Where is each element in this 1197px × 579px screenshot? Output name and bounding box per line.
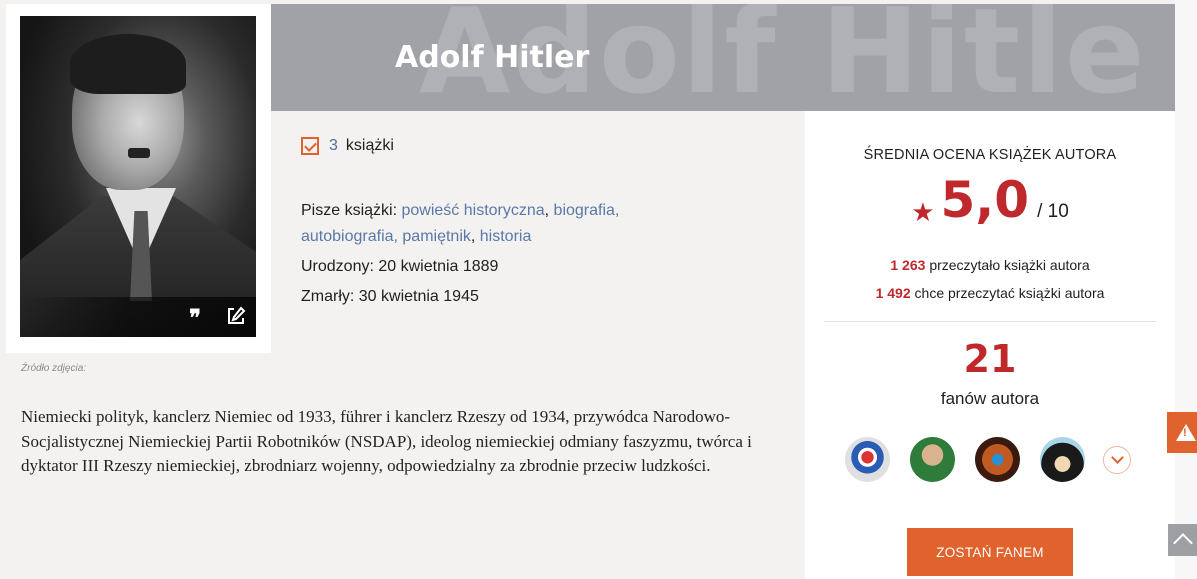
author-name: Adolf Hitler [395,40,590,75]
quote-icon[interactable]: ❞ [182,305,208,331]
check-icon [301,137,319,155]
scroll-to-top-button[interactable] [1168,524,1197,556]
author-photo-card: ❞ [6,4,271,353]
chevron-up-icon [1172,533,1193,553]
want-label: chce przeczytać książki autora [914,285,1105,301]
read-label: przeczytało książki autora [929,257,1090,273]
author-info: Pisze książki: powieść historyczna, biog… [301,198,701,310]
books-count-row[interactable]: 3 książki [301,137,394,155]
want-count: 1 492 [875,285,911,301]
want-count-line: 1 492 chce przeczytać książki autora [805,285,1175,301]
photo-source-label: Źródło zdjęcia: [21,363,87,374]
avatar[interactable] [1040,437,1085,482]
warning-icon [1176,424,1196,441]
show-more-fans-button[interactable] [1103,445,1131,474]
avatar[interactable] [845,437,890,482]
books-count: 3 [329,137,338,154]
genre-link[interactable]: powieść historyczna [401,202,544,219]
edit-icon[interactable] [223,305,249,331]
books-label: książki [345,137,394,154]
star-icon: ★ [911,197,935,227]
fan-avatars [845,437,1131,482]
author-stats-panel: ŚREDNIA OCENA KSIĄŻEK AUTORA ★ 5,0 / 10 … [805,111,1175,579]
avatar[interactable] [975,437,1020,482]
photo-action-bar [20,297,256,337]
genre-link[interactable]: historia [480,228,532,245]
rating-value: 5,0 [940,171,1030,229]
author-header-banner: Adolf Hitle Adolf Hitler [271,4,1175,111]
author-photo: ❞ [20,16,256,337]
fans-label: fanów autora [940,389,1040,408]
author-bio: Niemiecki polityk, kanclerz Niemiec od 1… [21,407,752,475]
report-button[interactable] [1167,412,1197,453]
fans-count: 21 [963,337,1017,381]
born-date: Urodzony: 20 kwietnia 1889 [301,258,499,275]
average-rating: ★ 5,0 / 10 [805,171,1175,229]
read-count-line: 1 263 przeczytało książki autora [805,257,1175,273]
genres-label: Pisze książki: [301,202,398,219]
avatar[interactable] [910,437,955,482]
death-date: Zmarły: 30 kwietnia 1945 [301,288,479,305]
divider [824,321,1156,322]
genres-line: Pisze książki: powieść historyczna, biog… [301,202,620,245]
page-right-gutter [1175,0,1197,579]
become-fan-button[interactable]: ZOSTAŃ FANEM [907,528,1073,576]
read-count: 1 263 [890,257,926,273]
chevron-down-icon [1110,451,1124,464]
rating-max: / 10 [1037,201,1069,222]
average-rating-label: ŚREDNIA OCENA KSIĄŻEK AUTORA [863,147,1117,163]
